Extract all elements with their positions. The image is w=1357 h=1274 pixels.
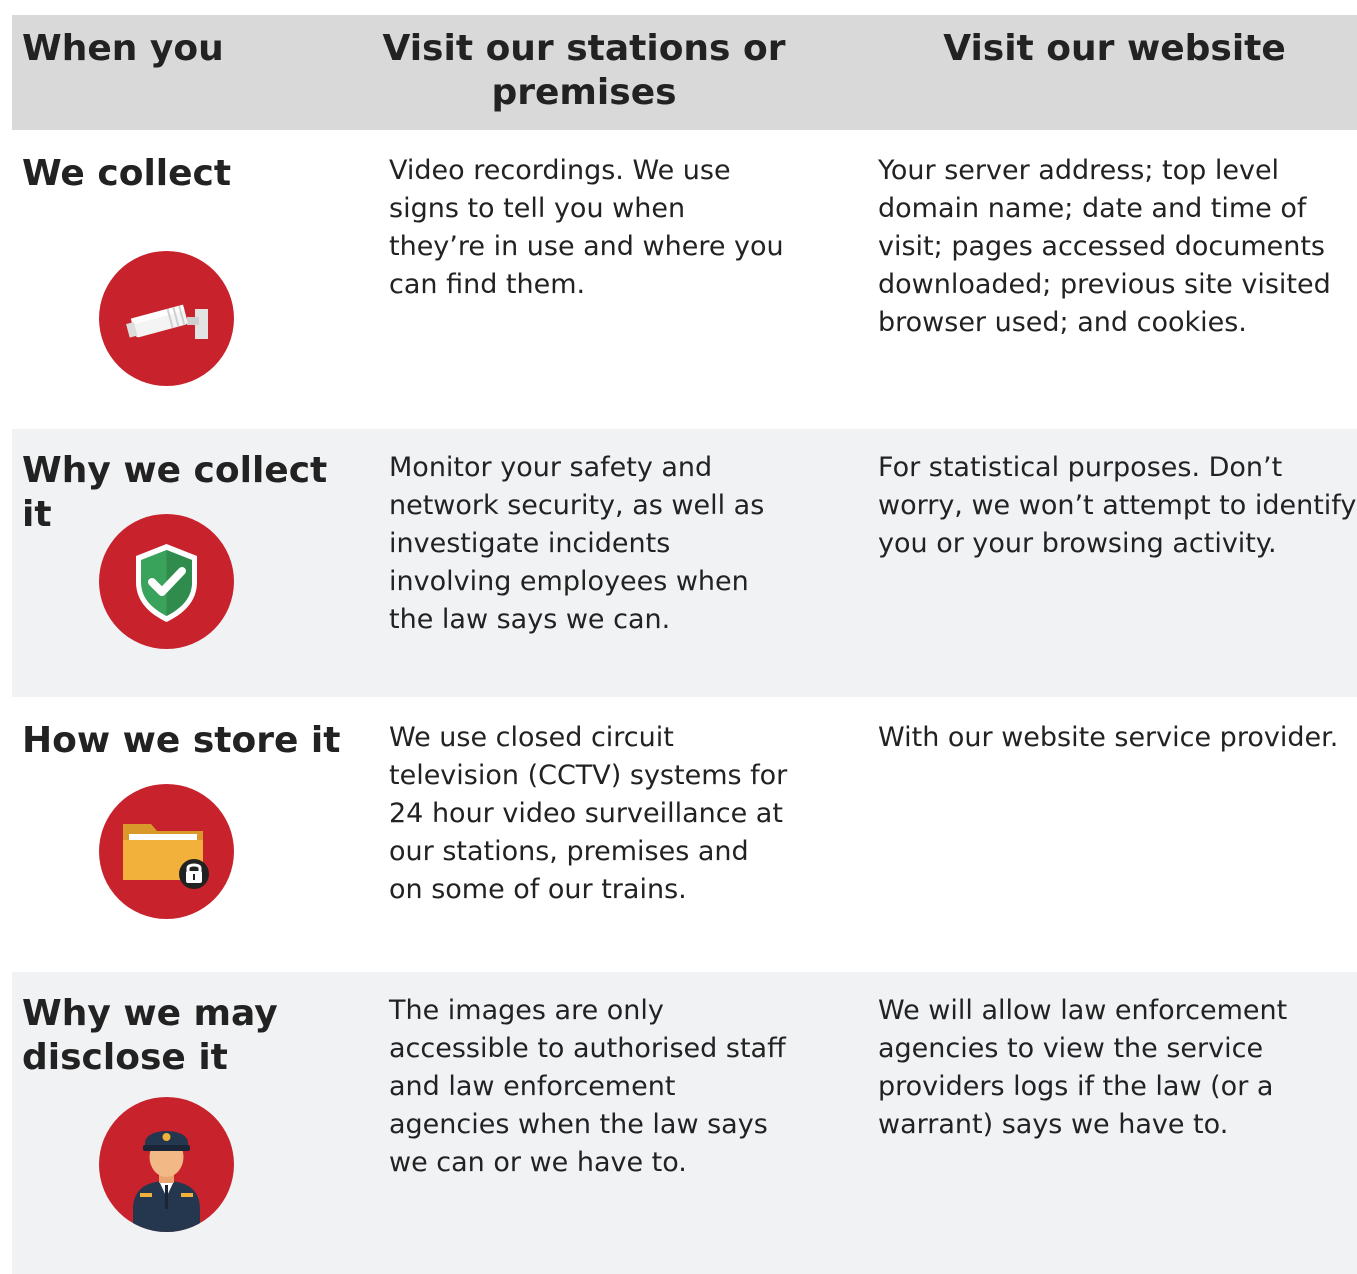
row-title: Why we may disclose it: [22, 993, 278, 1078]
website-cell: We will allow law enforcement agencies t…: [878, 995, 1288, 1140]
table-row-we-collect: We collect Video recordings. We use sign…: [12, 130, 1357, 427]
stations-cell: We use closed circuit television (CCTV) …: [389, 722, 788, 905]
stations-cell: Video recordings. We use signs to tell y…: [389, 155, 784, 300]
police-officer-icon: [99, 1097, 234, 1232]
website-cell: Your server address; top level domain na…: [878, 155, 1331, 338]
row-title: How we store it: [22, 720, 341, 761]
table-header: When you Visit our stations or premises …: [12, 15, 1357, 130]
locked-folder-icon: [99, 784, 234, 919]
header-website: Visit our website: [943, 28, 1286, 69]
cctv-camera-icon: [99, 251, 234, 386]
table-row-how-we-store: How we store it We use closed circuit te…: [12, 697, 1357, 970]
stations-cell: Monitor your safety and network security…: [389, 452, 765, 635]
website-cell: With our website service provider.: [878, 722, 1339, 753]
table-row-why-we-collect: Why we collect it Monitor your safety an…: [12, 427, 1357, 697]
header-when-you: When you: [22, 28, 224, 69]
stations-cell: The images are only accessible to author…: [389, 995, 786, 1178]
table-row-why-we-may-disclose: Why we may disclose it The images are on…: [12, 970, 1357, 1274]
header-stations: Visit our stations or premises: [382, 28, 786, 113]
website-cell: For statistical purposes. Don’t worry, w…: [878, 452, 1357, 559]
privacy-table: When you Visit our stations or premises …: [12, 15, 1357, 1274]
row-title: Why we collect it: [22, 450, 328, 535]
row-title: We collect: [22, 153, 232, 194]
